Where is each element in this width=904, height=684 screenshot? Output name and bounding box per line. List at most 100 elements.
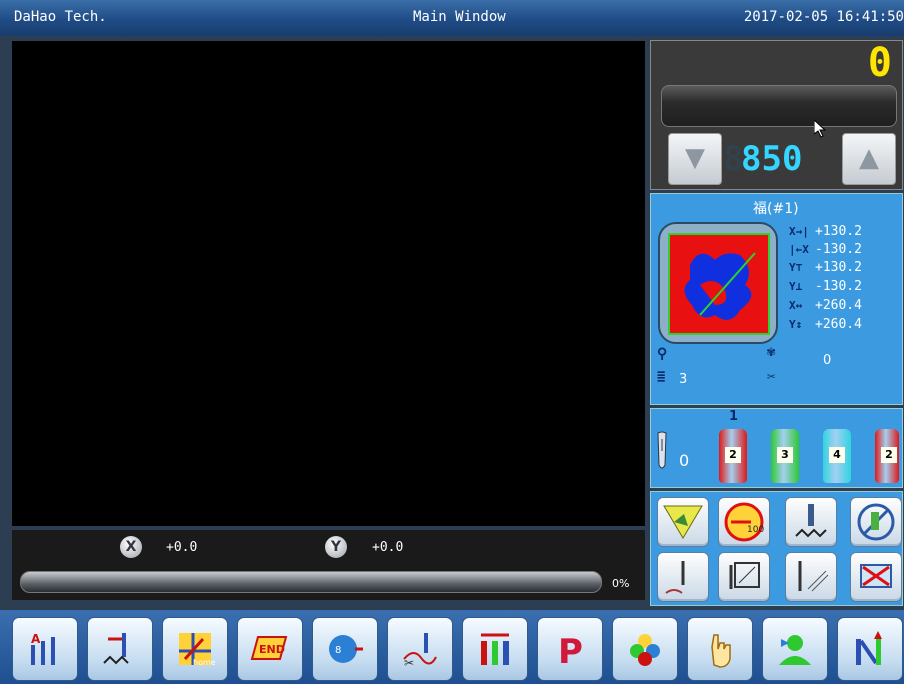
spool-needle-2[interactable]: 3 (771, 429, 799, 483)
display-bar (661, 85, 897, 127)
color-count: 3 (679, 372, 688, 387)
x-minus-value: -130.2 (815, 242, 862, 257)
y-minus-value: -130.2 (815, 279, 862, 294)
thread-detect-button[interactable] (850, 497, 902, 547)
spool-needle-3[interactable]: 4 (823, 429, 851, 483)
needle-switch-button[interactable] (837, 617, 903, 681)
svg-text:100: 100 (747, 525, 764, 535)
end-label: END (259, 643, 285, 656)
active-needle-marker: 1 (729, 409, 739, 424)
y-plus-value: +130.2 (815, 260, 862, 275)
progress-bar (20, 571, 602, 593)
y-minus-icon: Y⊥ (789, 280, 803, 293)
x-minus-icon: |←X (789, 243, 809, 256)
trim-icon: ✂ (767, 369, 776, 385)
needle-icon (655, 431, 669, 471)
width-row: X↔ +260.4 (789, 298, 862, 313)
pattern-button[interactable] (612, 617, 678, 681)
speed-panel: 0 ▼ 8 850 ▲ (650, 40, 903, 190)
user-icon (779, 635, 811, 665)
thread-trim-button[interactable]: ✂ (387, 617, 453, 681)
height-value: +260.4 (815, 317, 862, 332)
pattern-name: 福(#1) (753, 201, 799, 217)
stitch-icon: ✾ (767, 344, 776, 360)
spool-number: 2 (725, 447, 741, 463)
monitor-cancel-icon (860, 564, 892, 588)
datetime: 2017-02-05 16:41:50 (743, 9, 904, 25)
height-row: Y↕ +260.4 (789, 317, 862, 332)
y-minus-row: Y⊥ -130.2 (789, 279, 862, 294)
frame-offset-button[interactable] (87, 617, 153, 681)
needle-color-icon: ⚲ (657, 346, 668, 362)
x-plus-row: X→| +130.2 (789, 224, 862, 239)
manual-button[interactable] (687, 617, 753, 681)
frame-offset-icon (103, 633, 129, 665)
stitch-count: 0 (823, 353, 832, 368)
width-value: +260.4 (815, 298, 862, 313)
needle-hatch-icon (798, 561, 829, 592)
speed-value: 850 (741, 139, 803, 179)
needle-switch-icon (856, 631, 882, 665)
spool-number: 4 (829, 447, 845, 463)
y-axis-icon: Y (325, 536, 347, 558)
mouse-cursor-icon (814, 120, 826, 138)
hand-icon (711, 634, 731, 668)
no-thread-break-icon (857, 503, 895, 541)
frame-trace-button[interactable] (718, 552, 770, 602)
frame-trace-icon (729, 562, 760, 589)
pattern-icon (630, 634, 660, 666)
spool-needle-4[interactable]: 2 (875, 429, 899, 483)
speed-up-button[interactable]: ▲ (842, 133, 896, 185)
needle-select-button[interactable]: A (12, 617, 78, 681)
company-name: DaHao Tech. (14, 9, 107, 25)
speed-limit-button[interactable]: 100 (718, 497, 770, 547)
pattern-canvas[interactable] (12, 41, 645, 526)
needle-down-icon (665, 561, 685, 594)
end-button[interactable]: END (237, 617, 303, 681)
position-bar: X +0.0 Y +0.0 0% (12, 530, 645, 600)
height-icon: Y↕ (789, 318, 803, 331)
svg-text:A: A (31, 632, 41, 646)
needle-stitch-icon (795, 504, 827, 538)
svg-text:8: 8 (335, 645, 341, 656)
speed-down-button[interactable]: ▼ (668, 133, 722, 185)
y-plus-row: Y⊤ +130.2 (789, 260, 862, 275)
spool-number: 3 (777, 447, 793, 463)
needle-color-panel: 0 1 2 3 4 2 (650, 408, 903, 488)
screen-off-button[interactable] (850, 552, 902, 602)
current-needle: 0 (679, 451, 690, 470)
stitch-mode-button[interactable] (785, 497, 837, 547)
thread-trim-icon: ✂ (403, 633, 437, 669)
home-button[interactable]: home (162, 617, 228, 681)
function-panel: 100 (650, 491, 903, 606)
end-icon: END (250, 636, 288, 660)
svg-text:✂: ✂ (404, 656, 414, 669)
home-label: home (193, 658, 215, 667)
thread-spool-icon: ≣ (657, 369, 666, 385)
x-position-value: +0.0 (166, 540, 198, 555)
x-minus-row: |←X -130.2 (789, 242, 862, 257)
title-bar: DaHao Tech. Main Window 2017-02-05 16:41… (0, 0, 904, 36)
frame-shape-icon (663, 505, 703, 539)
spool-number: 2 (881, 447, 897, 463)
pattern-thumbnail-button[interactable] (658, 222, 778, 344)
color-change-button[interactable] (462, 617, 528, 681)
needle-down-button[interactable] (657, 552, 709, 602)
width-icon: X↔ (789, 299, 803, 312)
x-plus-value: +130.2 (815, 224, 862, 239)
user-button[interactable] (762, 617, 828, 681)
y-plus-icon: Y⊤ (789, 261, 803, 274)
y-position-value: +0.0 (372, 540, 404, 555)
pattern-preview-icon (684, 252, 756, 320)
parameter-label: P (558, 632, 583, 669)
speed-dial-button[interactable]: 8 (312, 617, 378, 681)
parameter-button[interactable]: P (537, 617, 603, 681)
window-title: Main Window (413, 9, 506, 25)
color-change-icon (481, 633, 509, 665)
frame-shape-button[interactable] (657, 497, 709, 547)
x-plus-icon: X→| (789, 225, 809, 238)
spool-needle-1[interactable]: 2 (719, 429, 747, 483)
needle-adjust-button[interactable] (785, 552, 837, 602)
needle-select-icon: A (31, 632, 55, 665)
home-icon: home (179, 633, 215, 667)
